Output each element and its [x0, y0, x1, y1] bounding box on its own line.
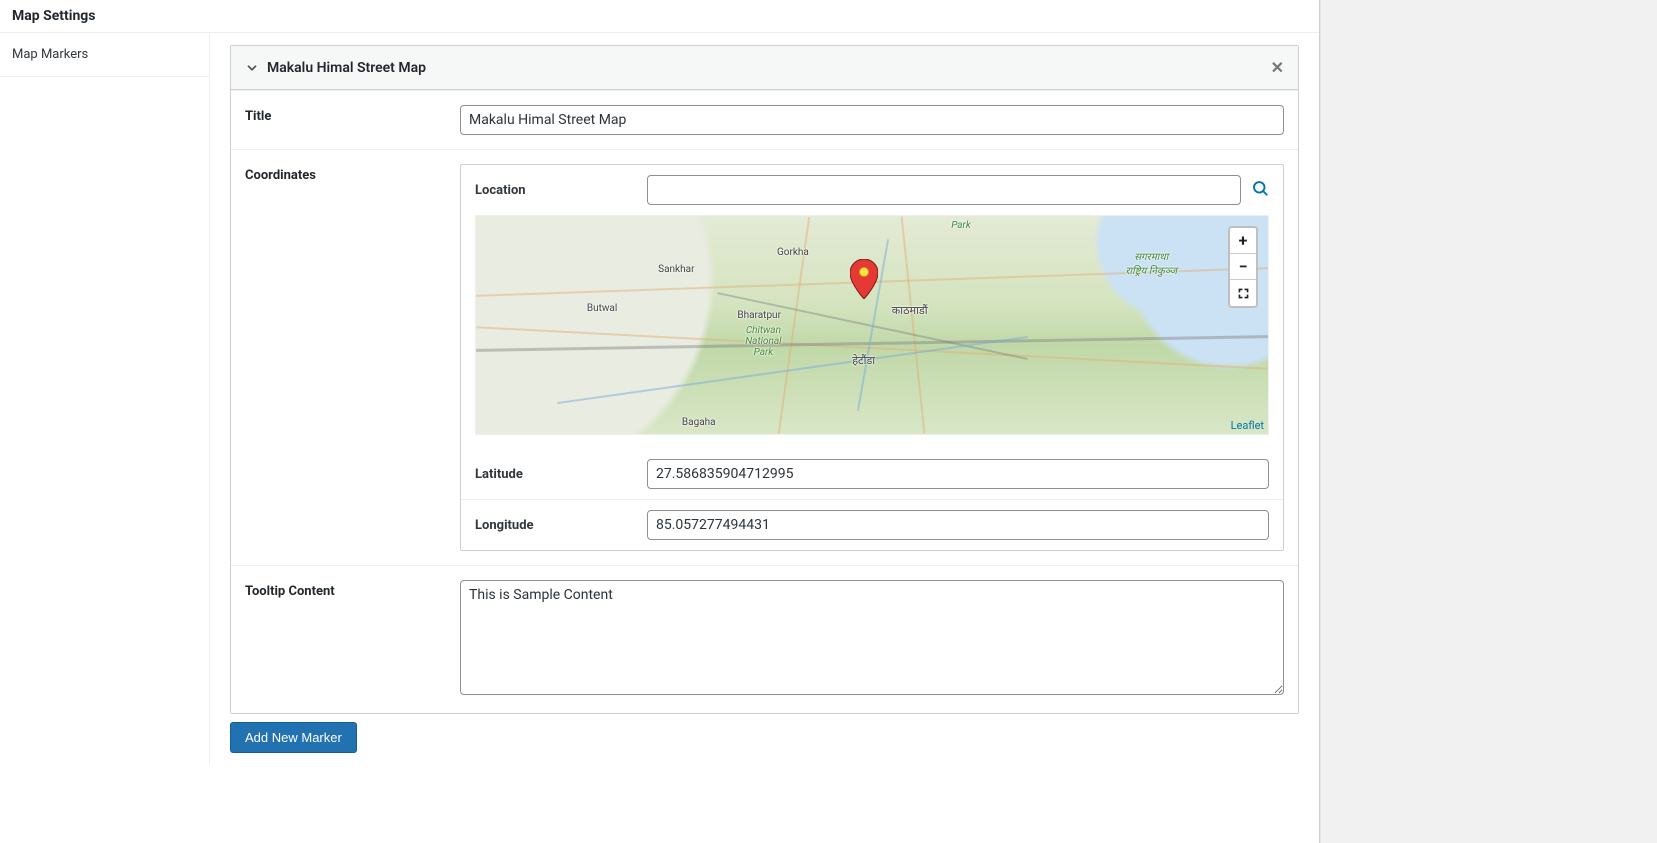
map-label-gorkha: Gorkha	[777, 247, 809, 258]
map-label-bagaha: Bagaha	[682, 417, 716, 428]
longitude-label: Longitude	[475, 518, 635, 533]
add-new-marker-button[interactable]: Add New Marker	[230, 722, 357, 753]
longitude-input[interactable]	[647, 510, 1269, 540]
accordion-header[interactable]: Makalu Himal Street Map ✕	[231, 46, 1298, 90]
map-zoom-controls: + −	[1228, 226, 1258, 308]
tab-map-markers[interactable]: Map Markers	[0, 33, 209, 77]
fullscreen-button[interactable]	[1230, 280, 1256, 306]
zoom-in-button[interactable]: +	[1230, 228, 1256, 254]
zoom-out-button[interactable]: −	[1230, 254, 1256, 280]
page-title: Map Settings	[0, 0, 1319, 33]
coordinates-label: Coordinates	[245, 164, 460, 183]
map-label-bharatpur: Bharatpur	[737, 310, 781, 321]
map-label-sankhar: Sankhar	[658, 264, 694, 275]
tooltip-textarea[interactable]	[460, 580, 1284, 695]
latitude-label: Latitude	[475, 467, 635, 482]
map-label-butwal: Butwal	[587, 303, 617, 314]
search-icon[interactable]	[1251, 179, 1269, 201]
accordion-title: Makalu Himal Street Map	[267, 60, 426, 76]
map-label-kathmandu: काठमाडौं	[892, 303, 928, 318]
location-label: Location	[475, 183, 635, 198]
right-sidebar	[1320, 0, 1657, 843]
map-canvas[interactable]: Park Gorkha Sankhar काठमाडौं सगरमाथा राष…	[475, 215, 1269, 435]
title-label: Title	[245, 105, 460, 124]
chevron-down-icon	[245, 61, 259, 75]
latitude-input[interactable]	[647, 459, 1269, 489]
tooltip-label: Tooltip Content	[245, 580, 460, 599]
map-attribution[interactable]: Leaflet	[1231, 419, 1264, 432]
close-icon[interactable]: ✕	[1271, 58, 1284, 77]
map-label-sagarmatha: सगरमाथा राष्ट्रिय निकुञ्ज	[1125, 249, 1177, 277]
title-input[interactable]	[460, 105, 1284, 135]
location-input[interactable]	[647, 175, 1241, 205]
settings-tabs: Map Markers	[0, 33, 210, 765]
map-label-hetauda: हेटौंडा	[852, 353, 875, 368]
marker-accordion: Makalu Himal Street Map ✕ Title Coordina…	[230, 45, 1299, 714]
map-label-chitwan: Chitwan National Park	[745, 325, 781, 358]
map-label-park-top: Park	[951, 220, 971, 231]
